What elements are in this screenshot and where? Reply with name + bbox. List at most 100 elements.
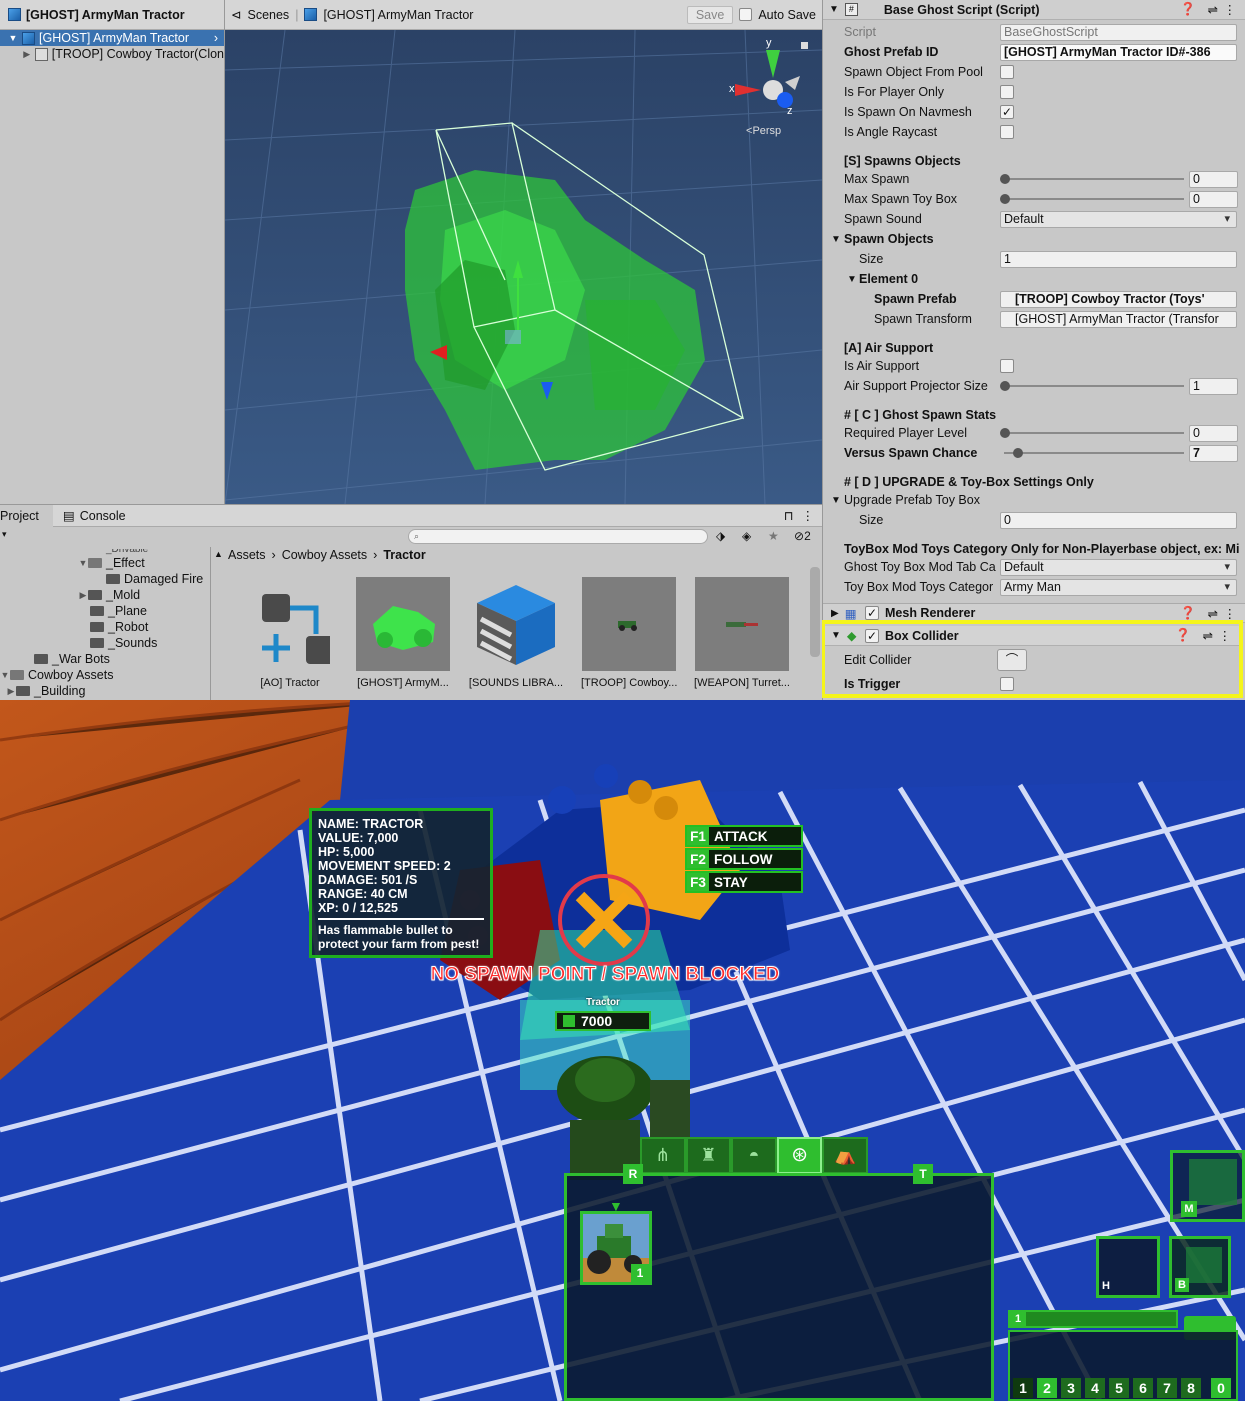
help-icon[interactable]: ❓ <box>1175 628 1191 643</box>
tab-tent-icon[interactable]: ⛺ <box>822 1137 868 1174</box>
side-slot-b[interactable]: B <box>1169 1236 1231 1298</box>
persp-label[interactable]: <Persp <box>746 125 781 137</box>
tab-plants-icon[interactable]: ⋔ <box>640 1137 686 1174</box>
required-level-slider[interactable] <box>1000 423 1184 443</box>
tree-item[interactable]: _War Bots <box>0 651 210 667</box>
search-input[interactable]: ⌕ <box>408 529 708 544</box>
hotbar-key[interactable]: 6 <box>1133 1378 1153 1398</box>
asset-tile[interactable]: [TROOP] Cowboy... <box>581 577 677 689</box>
scrollbar[interactable] <box>810 567 820 657</box>
unit-card-tractor[interactable]: 1 <box>580 1211 652 1285</box>
breadcrumb-item[interactable]: Tractor <box>383 548 425 562</box>
tree-item[interactable]: _Robot <box>0 619 210 635</box>
expand-arrow-icon[interactable]: ▼ <box>8 33 18 43</box>
foldout-arrow-icon[interactable]: ▼ <box>831 234 841 245</box>
side-slot-m[interactable]: M <box>1170 1150 1245 1222</box>
versus-chance-field[interactable]: 7 <box>1189 444 1238 462</box>
preset-icon[interactable]: ⇌ <box>1208 2 1218 17</box>
hotbar-key[interactable]: 3 <box>1061 1378 1081 1398</box>
spawn-navmesh-checkbox[interactable]: ✓ <box>1000 105 1014 119</box>
toy-category-dropdown[interactable]: Army Man <box>1000 578 1237 596</box>
scene-viewport[interactable]: y x z <Persp <box>225 29 822 504</box>
collapse-arrow-icon[interactable]: ▼ <box>831 630 841 641</box>
scene-view[interactable]: ⊲ Scenes | [GHOST] ArmyMan Tractor Save … <box>225 0 822 504</box>
autosave-checkbox[interactable] <box>739 8 753 21</box>
ghost-tab-dropdown[interactable]: Default <box>1000 558 1237 576</box>
ghost-prefab-id-field[interactable]: [GHOST] ArmyMan Tractor ID#-386 <box>1000 43 1237 61</box>
tab-vehicle-wheel-icon[interactable]: ⊛ <box>776 1137 823 1174</box>
edit-collider-button[interactable]: ⌒ <box>997 649 1027 671</box>
versus-chance-slider[interactable] <box>1000 443 1184 463</box>
air-projector-slider[interactable] <box>1000 376 1184 396</box>
ghost-tractor-model[interactable] <box>405 170 705 470</box>
expand-arrow-icon[interactable]: ▶ <box>22 49 31 60</box>
air-support-checkbox[interactable] <box>1000 359 1014 373</box>
hidden-count[interactable]: ⊘2 <box>794 529 811 543</box>
hierarchy-item-troop[interactable]: ▶ [TROOP] Cowboy Tractor(Clon <box>0 46 224 62</box>
lock-icon[interactable]: ⊓ <box>784 508 794 523</box>
collapse-arrow-icon[interactable]: ▼ <box>829 4 839 15</box>
lock-icon[interactable] <box>801 42 808 49</box>
tree-item[interactable]: Damaged Fire <box>0 571 210 587</box>
create-dropdown-icon[interactable]: ▾ <box>2 529 7 540</box>
tab-helmet-icon[interactable]: ◓ <box>731 1137 777 1174</box>
orientation-gizmo[interactable] <box>735 50 800 108</box>
tree-item[interactable]: ▶ _Mold <box>0 587 210 603</box>
asset-tile[interactable]: [SOUNDS LIBRA... <box>468 577 564 689</box>
scroll-up-icon[interactable]: ▲ <box>214 549 223 559</box>
help-icon[interactable]: ❓ <box>1180 606 1196 621</box>
tree-item[interactable]: ▼ _Effect <box>0 555 210 571</box>
chevron-right-icon[interactable]: › <box>214 31 224 45</box>
hotbar-key[interactable]: 2 <box>1037 1378 1057 1398</box>
label-tag-icon[interactable]: ◈ <box>742 529 751 543</box>
row-upgrade-prefab[interactable]: ▼ Upgrade Prefab Toy Box <box>823 490 1245 510</box>
game-view[interactable]: NAME: TRACTOR VALUE: 7,000 HP: 5,000 MOV… <box>0 700 1245 1401</box>
collapse-arrow-icon[interactable]: ▶ <box>831 608 839 619</box>
more-options-icon[interactable]: ⋮ <box>1219 628 1232 643</box>
side-slot-h[interactable]: H <box>1096 1236 1160 1298</box>
size-field[interactable]: 1 <box>1000 250 1237 268</box>
filter-type-icon[interactable]: ⬗ <box>716 529 725 543</box>
box-collider-enabled-checkbox[interactable]: ✓ <box>865 628 879 643</box>
asset-tile[interactable]: [GHOST] ArmyM... <box>355 577 451 689</box>
hotbar-key[interactable]: 7 <box>1157 1378 1177 1398</box>
tab-console[interactable]: Console <box>80 509 126 523</box>
breadcrumb-item[interactable]: Assets <box>228 548 266 562</box>
angle-raycast-checkbox[interactable] <box>1000 125 1014 139</box>
command-attack-button[interactable]: F1 ATTACK <box>685 825 803 847</box>
more-options-icon[interactable]: ⋮ <box>1224 606 1237 621</box>
spawn-prefab-field[interactable]: [TROOP] Cowboy Tractor (Toys' <box>1000 290 1237 308</box>
spawn-from-pool-checkbox[interactable] <box>1000 65 1014 79</box>
help-icon[interactable]: ❓ <box>1180 2 1196 17</box>
breadcrumb-item[interactable]: Cowboy Assets <box>282 548 367 562</box>
max-spawn-toybox-slider[interactable] <box>1000 189 1184 209</box>
tab-tower-icon[interactable]: ♜ <box>685 1137 732 1174</box>
row-spawn-objects[interactable]: ▼ Spawn Objects <box>823 229 1245 249</box>
spawn-transform-field[interactable]: [GHOST] ArmyMan Tractor (Transfor <box>1000 310 1237 328</box>
hotbar-key[interactable]: 0 <box>1211 1378 1231 1398</box>
mesh-renderer-enabled-checkbox[interactable]: ✓ <box>865 606 879 620</box>
preset-icon[interactable]: ⇌ <box>1208 606 1218 621</box>
command-stay-button[interactable]: F3 STAY <box>685 871 803 893</box>
save-button[interactable]: Save <box>686 5 734 24</box>
hierarchy-item-ghost[interactable]: ▼ [GHOST] ArmyMan Tractor › <box>0 30 224 46</box>
hotbar-key[interactable]: 5 <box>1109 1378 1129 1398</box>
tree-item[interactable]: _Plane <box>0 603 210 619</box>
hotbar-key[interactable]: 1 <box>1013 1378 1033 1398</box>
hotbar-key[interactable]: 4 <box>1085 1378 1105 1398</box>
required-level-field[interactable]: 0 <box>1189 424 1238 442</box>
max-spawn-toybox-field[interactable]: 0 <box>1189 190 1238 208</box>
preset-icon[interactable]: ⇌ <box>1203 628 1213 643</box>
tree-item[interactable]: ▼ Cowboy Assets <box>0 667 210 683</box>
scenes-breadcrumb[interactable]: Scenes <box>247 8 289 22</box>
tab-project[interactable]: Project <box>0 504 53 527</box>
command-follow-button[interactable]: F2 FOLLOW <box>685 848 803 870</box>
component-header-box-collider[interactable]: ▼ ◆ ✓ Box Collider ❓ ⇌ ⋮ <box>825 626 1239 646</box>
tree-item[interactable]: ▶ _Building <box>0 683 210 699</box>
is-trigger-checkbox[interactable] <box>1000 677 1014 691</box>
player-only-checkbox[interactable] <box>1000 85 1014 99</box>
asset-tile[interactable]: [WEAPON] Turret... <box>694 577 790 689</box>
tree-item[interactable]: _Sounds <box>0 635 210 651</box>
air-projector-field[interactable]: 1 <box>1189 377 1238 395</box>
more-options-icon[interactable]: ⋮ <box>1224 2 1237 17</box>
